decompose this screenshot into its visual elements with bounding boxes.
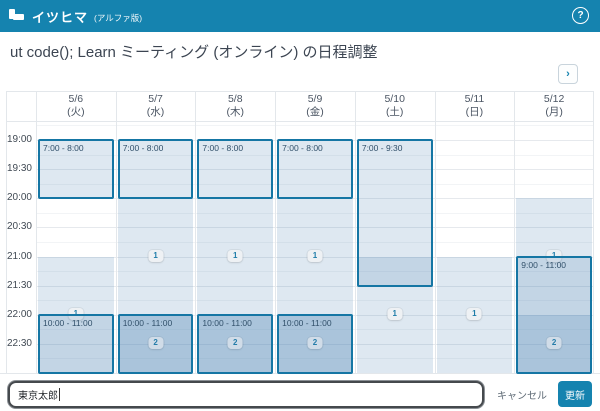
selected-slot[interactable]: 7:00 - 8:00	[118, 139, 194, 199]
grid-line	[195, 91, 196, 373]
grid-line	[593, 91, 594, 373]
participant-name-input[interactable]: 東京太郎	[8, 381, 484, 408]
availability-count-badge: 1	[307, 250, 322, 262]
day-column-5/11[interactable]: 1	[437, 121, 513, 373]
grid-line	[275, 91, 276, 373]
grid-line	[116, 91, 117, 373]
selected-slot[interactable]: 10:00 - 11:00	[118, 314, 194, 374]
time-label: 22:00	[6, 309, 32, 320]
selected-slot-label: 10:00 - 11:00	[40, 316, 112, 330]
participant-name-value: 東京太郎	[18, 387, 58, 402]
day-header: 5/6(火)	[36, 91, 116, 121]
day-column-5/10[interactable]: 1 7:00 - 9:30	[357, 121, 433, 373]
text-caret	[59, 388, 60, 401]
help-icon[interactable]: ?	[572, 7, 589, 24]
day-column-5/8[interactable]: 127:00 - 8:0010:00 - 11:00	[197, 121, 273, 373]
alpha-version-tag: (アルファ版)	[94, 12, 142, 24]
selected-slot-label: 9:00 - 11:00	[518, 258, 590, 272]
day-column-5/12[interactable]: 129:00 - 11:00	[516, 121, 592, 373]
selected-slot[interactable]: 10:00 - 11:00	[197, 314, 273, 374]
availability-count-badge: 1	[228, 250, 243, 262]
availability-count-badge: 1	[467, 308, 482, 320]
grid-line	[355, 91, 356, 373]
grid-line	[435, 91, 436, 373]
day-header: 5/7(水)	[116, 91, 196, 121]
day-header: 5/9(金)	[275, 91, 355, 121]
app-header: イツヒマ (アルファ版) ?	[0, 0, 600, 32]
availability-count-badge: 1	[148, 250, 163, 262]
selected-slot-label: 7:00 - 8:00	[120, 141, 192, 155]
selected-slot[interactable]: 7:00 - 8:00	[38, 139, 114, 199]
selected-slot-label: 10:00 - 11:00	[279, 316, 351, 330]
chevron-right-icon: ›	[566, 68, 570, 80]
day-header: 5/8(木)	[195, 91, 275, 121]
selected-slot-label: 10:00 - 11:00	[199, 316, 271, 330]
day-column-5/7[interactable]: 127:00 - 8:0010:00 - 11:00	[118, 121, 194, 373]
cancel-button[interactable]: キャンセル	[490, 381, 554, 407]
day-header: 5/10(土)	[355, 91, 435, 121]
selected-slot[interactable]: 10:00 - 11:00	[277, 314, 353, 374]
time-label: 19:30	[6, 163, 32, 174]
calendar-grid: 19:00 19:30 20:00 20:30 21:00 21:30 22:00 22:30…	[6, 91, 594, 373]
selected-slot-label: 7:00 - 9:30	[359, 141, 431, 155]
day-header: 5/12(月)	[514, 91, 594, 121]
time-label: 20:00	[6, 192, 32, 203]
day-column-5/9[interactable]: 127:00 - 8:0010:00 - 11:00	[277, 121, 353, 373]
update-button[interactable]: 更新	[558, 381, 592, 407]
selected-slot-label: 7:00 - 8:00	[279, 141, 351, 155]
availability-count-badge: 1	[387, 308, 402, 320]
selected-slot[interactable]: 9:00 - 11:00	[516, 256, 592, 375]
selected-slot[interactable]: 10:00 - 11:00	[38, 314, 114, 374]
day-column-5/6[interactable]: 17:00 - 8:0010:00 - 11:00	[38, 121, 114, 373]
selected-slot-label: 7:00 - 8:00	[40, 141, 112, 155]
time-label: 21:30	[6, 280, 32, 291]
next-week-button[interactable]: ›	[558, 64, 578, 84]
selected-slot[interactable]: 7:00 - 9:30	[357, 139, 433, 287]
selected-slot-label: 7:00 - 8:00	[199, 141, 271, 155]
time-label: 21:00	[6, 251, 32, 262]
time-label: 20:30	[6, 221, 32, 232]
selected-slot[interactable]: 7:00 - 8:00	[277, 139, 353, 199]
page: イツヒマ (アルファ版) ? ut code(); Learn ミーティング (…	[0, 0, 600, 411]
selected-slot-label: 10:00 - 11:00	[120, 316, 192, 330]
grid-line	[514, 91, 515, 373]
selected-slot[interactable]: 7:00 - 8:00	[197, 139, 273, 199]
day-header: 5/11(日)	[435, 91, 515, 121]
page-title: ut code(); Learn ミーティング (オンライン) の日程調整	[10, 41, 378, 62]
app-logo-icon	[9, 9, 24, 24]
grid-line	[36, 91, 37, 373]
app-name: イツヒマ	[32, 7, 88, 26]
time-label: 22:30	[6, 338, 32, 349]
time-label: 19:00	[6, 134, 32, 145]
